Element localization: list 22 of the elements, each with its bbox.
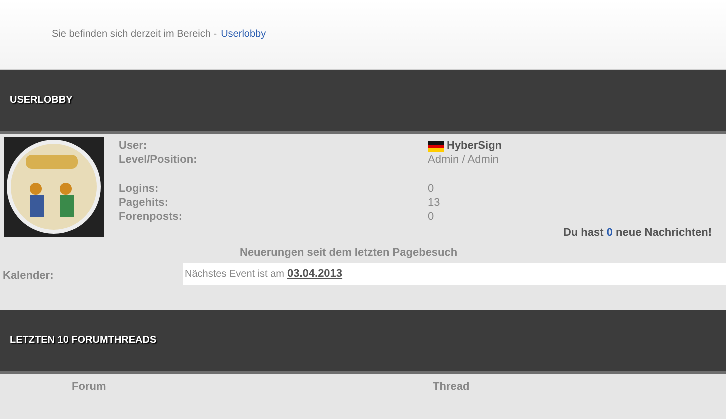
breadcrumb-link[interactable]: Userlobby [221,27,266,42]
section-header: USERLOBBY [0,70,726,134]
field-label: Forenposts: [119,210,184,225]
section-header: LETZTEN 10 FORUMTHREADS [0,310,726,374]
field-value: Admin / Admin [428,152,499,168]
field-value: 13 [428,196,440,211]
breadcrumb-text: Sie befinden sich derzeit im Bereich - [52,28,218,42]
calendar-label: Kalender: [3,269,54,284]
event-text: Nächstes Event ist am [185,268,284,282]
messages-text: Du hast 0 neue Nachrichten! [563,226,712,241]
field-value: 0 [428,182,434,197]
event-date-link[interactable]: 03.04.2013 [287,266,343,282]
field-value: 0 [428,210,434,225]
field-label: Level/Position: [119,152,198,168]
user-name: HyberSign [447,138,502,154]
column-header: Thread [433,380,470,395]
field-label: Pagehits: [119,196,170,211]
flag-icon [428,140,444,152]
column-header: Forum [72,380,106,395]
news-heading: Neuerungen seit dem letzten Pagebesuch [240,246,458,261]
field-label: Logins: [119,182,160,197]
field-label: User: [119,138,148,154]
